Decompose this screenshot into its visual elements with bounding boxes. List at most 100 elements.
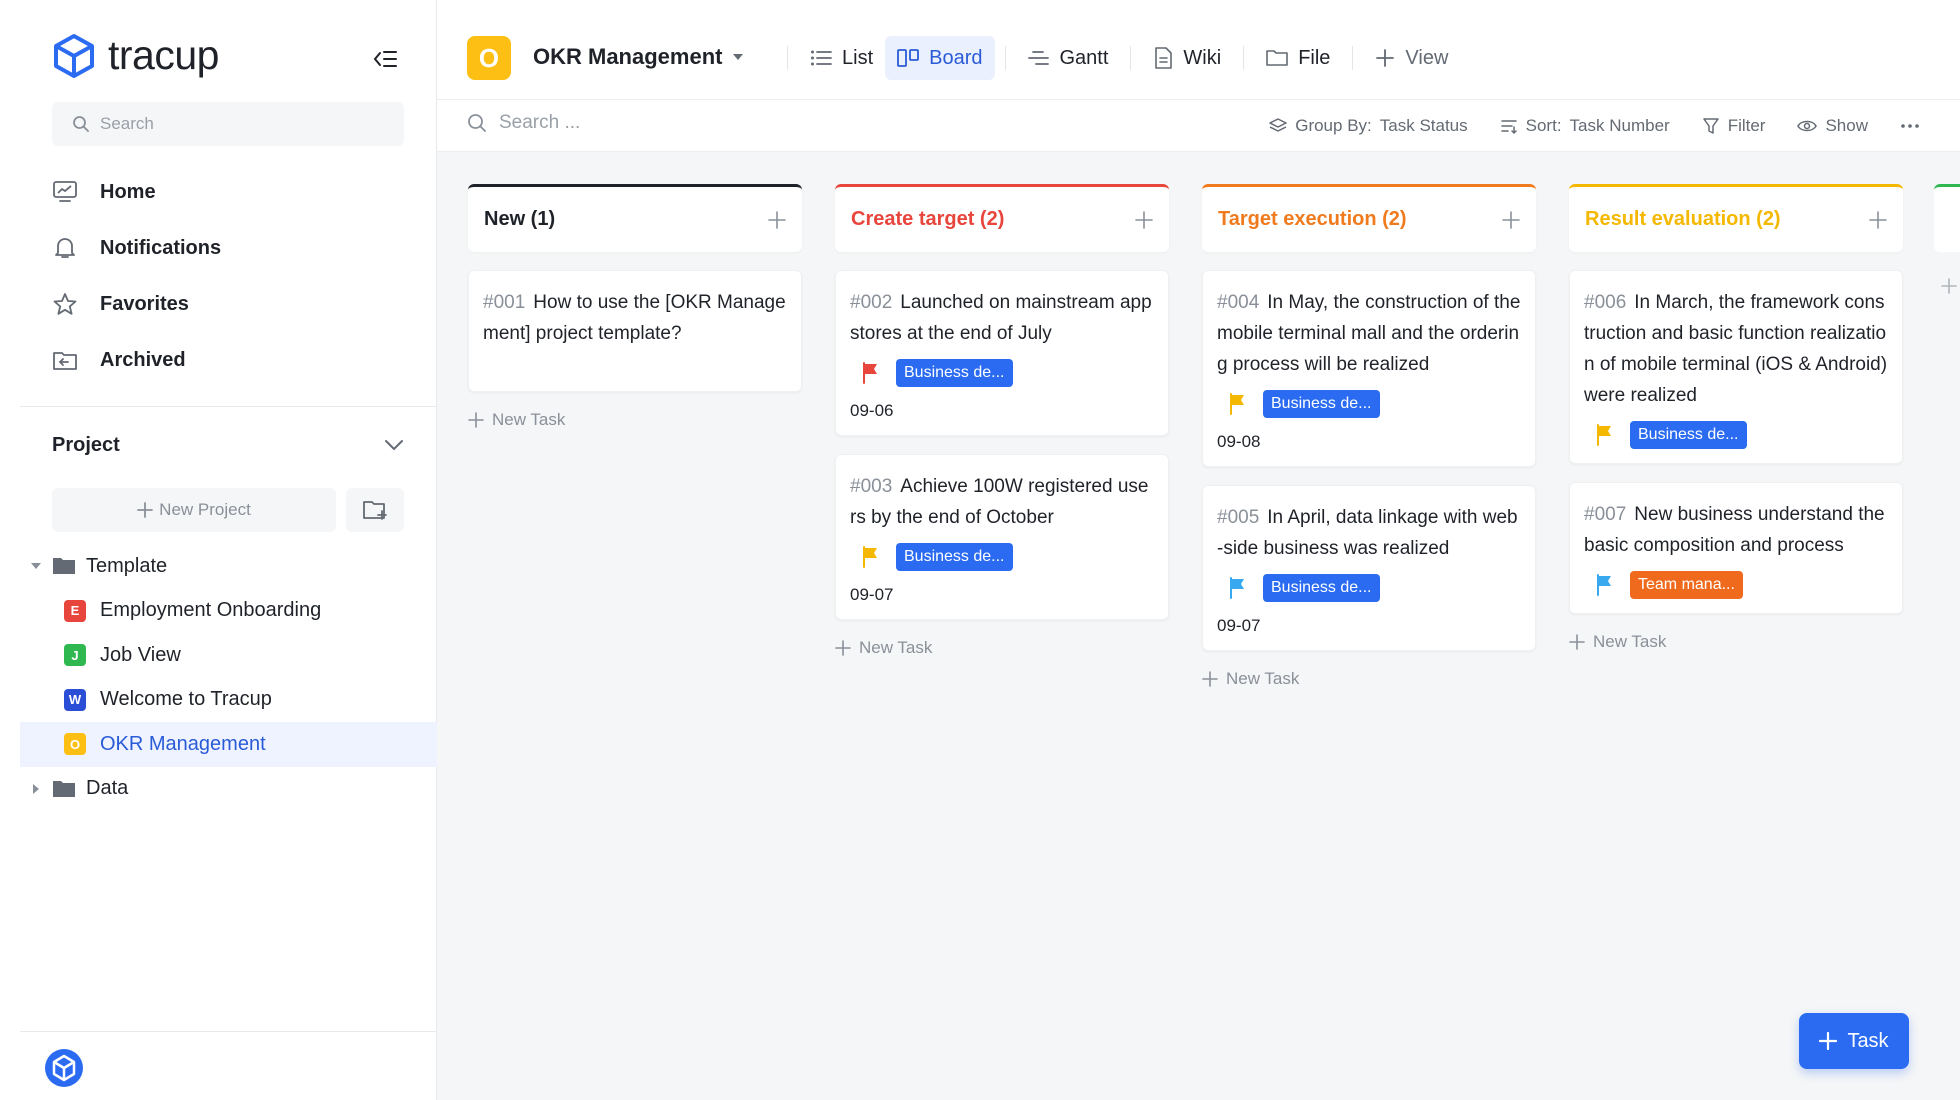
tree-folder-data[interactable]: Data xyxy=(20,767,437,812)
column-title: New (1) xyxy=(484,208,556,230)
task-number: #007 xyxy=(1584,504,1627,525)
filter-button[interactable]: Filter xyxy=(1702,116,1765,136)
task-tag: Business de... xyxy=(896,359,1013,387)
show-button[interactable]: Show xyxy=(1797,116,1868,136)
task-tag: Business de... xyxy=(1630,421,1747,449)
tracup-logo-icon xyxy=(45,1049,83,1087)
app-name: tracup xyxy=(108,32,219,78)
project-section-header[interactable]: Project xyxy=(52,428,404,462)
sidebar-search[interactable] xyxy=(52,102,404,146)
add-task-icon[interactable] xyxy=(768,210,786,229)
group-by-button[interactable]: Group By: Task Status xyxy=(1269,116,1468,136)
view-divider xyxy=(1243,46,1245,70)
sort-button[interactable]: Sort: Task Number xyxy=(1500,116,1670,136)
task-number: #005 xyxy=(1217,507,1260,528)
plus-icon xyxy=(137,502,154,518)
tab-file[interactable]: File xyxy=(1254,36,1342,80)
project-header: O OKR Management List Board Gantt Wiki F… xyxy=(437,0,1960,100)
project-title: OKR Management xyxy=(533,44,723,69)
sort-value: Task Number xyxy=(1569,116,1670,135)
board-search[interactable] xyxy=(467,112,799,134)
task-card[interactable]: #004 In May, the construction of the mobi… xyxy=(1202,270,1536,467)
task-card[interactable]: #006 In March, the framework construction… xyxy=(1569,270,1903,464)
add-task-icon[interactable] xyxy=(1869,210,1887,229)
new-task-label: New Task xyxy=(1226,669,1300,688)
new-project-label: New Project xyxy=(159,500,251,519)
add-view-button[interactable]: View xyxy=(1363,36,1460,80)
tab-label: File xyxy=(1298,46,1331,69)
task-text: In April, data linkage with web-side bus… xyxy=(1217,507,1518,559)
column-title: Target execution (2) xyxy=(1218,208,1407,230)
sidebar-item-archived[interactable]: Archived xyxy=(52,332,412,388)
task-meta: Business de... xyxy=(850,359,1154,387)
tree-project-employment-onboarding[interactable]: E Employment Onboarding xyxy=(20,589,437,634)
new-task-button[interactable]: New Task xyxy=(468,410,802,430)
task-card[interactable]: #007 New business understand the basic co… xyxy=(1569,482,1903,614)
new-task-button[interactable]: New Task xyxy=(1569,632,1903,652)
new-folder-button[interactable] xyxy=(346,488,404,532)
sidebar-search-input[interactable] xyxy=(100,114,380,134)
more-options-button[interactable] xyxy=(1900,123,1920,129)
task-card[interactable]: #001 How to use the [OKR Management] proj… xyxy=(468,270,802,392)
board-column-result-evaluation: Result evaluation (2) #006 In March, the … xyxy=(1569,184,1903,652)
new-task-button[interactable]: New Task xyxy=(835,638,1169,658)
tab-list[interactable]: List xyxy=(798,36,885,80)
sidebar-item-label: Archived xyxy=(100,348,186,371)
task-number: #001 xyxy=(483,292,526,313)
sidebar-item-label: Home xyxy=(100,180,156,203)
sidebar-nav: Home Notifications Favorites Archived xyxy=(52,164,412,388)
priority-flag-icon xyxy=(863,546,877,568)
board-icon xyxy=(897,49,920,67)
tree-project-job-view[interactable]: J Job View xyxy=(20,633,437,678)
project-title-dropdown[interactable]: OKR Management xyxy=(533,44,744,70)
add-task-fab[interactable]: Task xyxy=(1799,1013,1909,1069)
task-card[interactable]: #002 Launched on mainstream app stores at… xyxy=(835,270,1169,436)
sort-icon xyxy=(1500,120,1517,135)
caret-down-icon xyxy=(733,54,744,60)
tracup-logo-icon xyxy=(54,33,94,78)
task-meta: Business de... xyxy=(1584,421,1888,449)
task-card[interactable]: #005 In April, data linkage with web-side… xyxy=(1202,485,1536,651)
project-tree: Template E Employment Onboarding J Job V… xyxy=(20,544,437,811)
tab-gantt[interactable]: Gantt xyxy=(1016,36,1121,80)
tree-project-okr-management[interactable]: O OKR Management xyxy=(20,722,437,767)
tab-wiki[interactable]: Wiki xyxy=(1141,36,1233,80)
task-due-date: 09-08 xyxy=(1217,432,1261,451)
task-tag: Business de... xyxy=(1263,390,1380,418)
caret-right-icon xyxy=(33,783,39,794)
view-divider xyxy=(1130,46,1132,70)
add-column-icon[interactable] xyxy=(1941,278,1957,294)
sidebar-item-favorites[interactable]: Favorites xyxy=(52,276,412,332)
add-task-icon[interactable] xyxy=(1502,210,1520,229)
app-logo[interactable]: tracup xyxy=(52,32,219,79)
folder-add-icon xyxy=(363,501,387,520)
tree-item-label: Welcome to Tracup xyxy=(100,688,272,711)
board-search-input[interactable] xyxy=(499,112,799,134)
collapse-sidebar-button[interactable] xyxy=(368,42,402,76)
task-card[interactable]: #003 Achieve 100W registered users by the… xyxy=(835,454,1169,620)
chevron-down-icon[interactable] xyxy=(384,439,404,451)
column-header: Result evaluation (2) xyxy=(1569,184,1903,252)
new-project-button[interactable]: New Project xyxy=(52,488,336,532)
tree-folder-template[interactable]: Template xyxy=(20,544,437,589)
tab-label: List xyxy=(842,46,874,69)
bell-icon xyxy=(55,238,75,258)
tab-board[interactable]: Board xyxy=(885,36,995,80)
priority-flag-icon xyxy=(1597,424,1611,446)
user-avatar[interactable] xyxy=(44,1048,84,1088)
task-due-date: 09-07 xyxy=(850,585,894,604)
task-due-date: 09-06 xyxy=(850,401,894,420)
sidebar-item-home[interactable]: Home xyxy=(52,164,412,220)
priority-flag-icon xyxy=(863,362,877,384)
tree-item-label: Data xyxy=(86,777,129,800)
plus-icon xyxy=(1376,49,1395,67)
add-task-icon[interactable] xyxy=(1135,210,1153,229)
new-task-button[interactable]: New Task xyxy=(1202,669,1536,689)
task-text: Launched on mainstream app stores at the… xyxy=(850,292,1152,344)
view-divider xyxy=(787,46,788,70)
project-badge: E xyxy=(64,599,86,622)
task-tag: Team mana... xyxy=(1630,571,1743,599)
project-badge: O xyxy=(64,733,86,756)
tree-project-welcome-to-tracup[interactable]: W Welcome to Tracup xyxy=(20,678,437,723)
sidebar-item-notifications[interactable]: Notifications xyxy=(52,220,412,276)
